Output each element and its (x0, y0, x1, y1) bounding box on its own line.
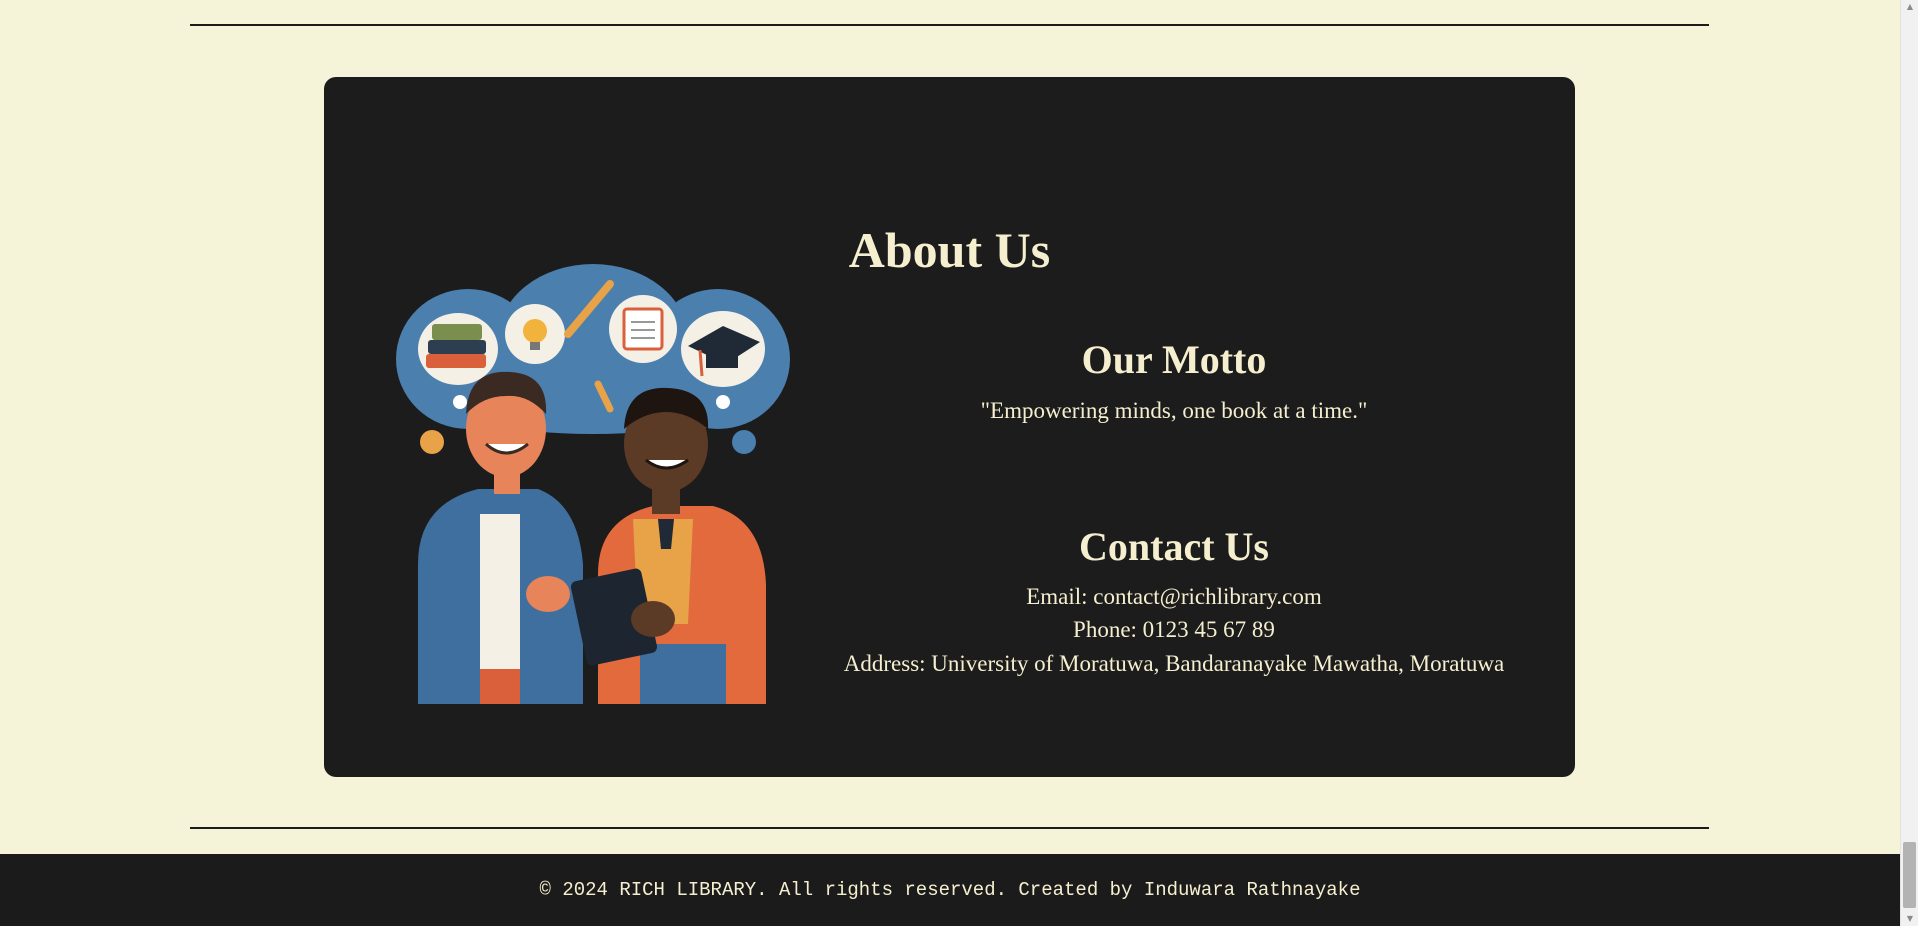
page-scrollbar[interactable]: ▲ ▼ (1900, 0, 1918, 926)
contact-address: Address: University of Moratuwa, Bandara… (843, 651, 1505, 676)
footer-copyright: © 2024 RICH LIBRARY. All rights reserved… (539, 879, 1361, 901)
about-section: About Us Our Motto "Empowering minds, on… (324, 77, 1575, 777)
footer: © 2024 RICH LIBRARY. All rights reserved… (0, 854, 1900, 926)
students-illustration (396, 264, 790, 704)
books-icon (418, 313, 498, 385)
page: About Us Our Motto "Empowering minds, on… (0, 0, 1918, 926)
notebook-icon (609, 295, 677, 363)
contact-phone: Phone: 0123 45 67 89 (1073, 617, 1275, 642)
bottom-divider (190, 827, 1709, 829)
motto-text: "Empowering minds, one book at a time." (980, 398, 1368, 423)
lightbulb-icon (505, 304, 565, 364)
scroll-down-icon[interactable]: ▼ (1901, 912, 1918, 926)
contact-heading: Contact Us (1079, 524, 1269, 569)
scroll-thumb[interactable] (1903, 842, 1916, 908)
top-divider (190, 24, 1709, 26)
main-content: About Us Our Motto "Empowering minds, on… (0, 0, 1900, 854)
motto-heading: Our Motto (1081, 337, 1267, 382)
graduation-cap-icon (681, 311, 765, 387)
contact-email: Email: contact@richlibrary.com (1026, 584, 1322, 609)
scroll-up-icon[interactable]: ▲ (1901, 0, 1918, 14)
